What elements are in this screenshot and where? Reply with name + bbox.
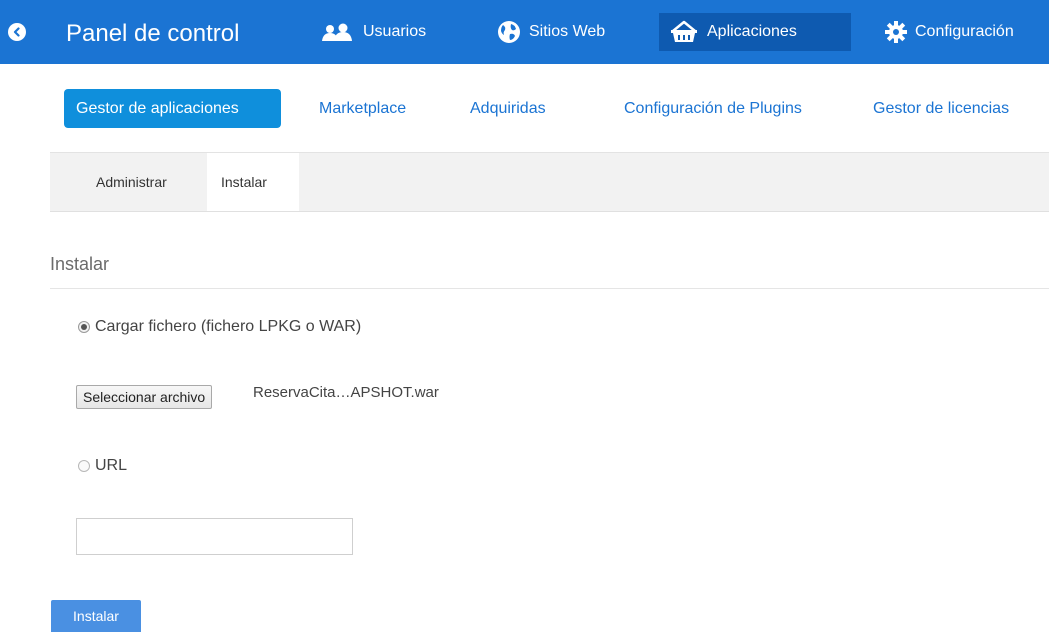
upload-radio[interactable] [78,321,90,333]
basket-icon [669,20,699,44]
upload-file-option[interactable]: Cargar fichero (fichero LPKG o WAR) [78,318,361,336]
nav-configuration[interactable]: Configuración [875,13,1024,51]
tab-marketplace[interactable]: Marketplace [319,89,406,128]
subtab-install[interactable]: Instalar [207,153,299,211]
url-option-label: URL [95,457,128,474]
sub-tabs-bar: Administrar Instalar [50,152,1049,212]
url-radio[interactable] [78,460,90,472]
nav-websites[interactable]: Sitios Web [487,13,615,51]
section-title: Instalar [50,254,110,274]
nav-users[interactable]: Usuarios [311,13,436,51]
tab-plugin-configuration[interactable]: Configuración de Plugins [624,89,802,128]
back-arrow-icon[interactable] [8,23,26,41]
upload-option-label: Cargar fichero (fichero LPKG o WAR) [95,318,362,335]
nav-applications-label: Aplicaciones [707,23,797,40]
selected-file-name: ReservaCita…APSHOT.war [253,384,439,401]
users-icon [321,22,355,42]
install-button[interactable]: Instalar [51,600,141,632]
nav-users-label: Usuarios [363,23,427,40]
top-navigation-bar: Panel de control Usuarios Sitios Web Apl… [0,0,1049,64]
tab-license-manager[interactable]: Gestor de licencias [873,89,1009,128]
nav-websites-label: Sitios Web [529,23,606,40]
url-input[interactable] [76,518,353,555]
gear-icon [885,21,907,43]
nav-configuration-label: Configuración [915,23,1014,40]
tab-purchased[interactable]: Adquiridas [470,89,546,128]
nav-applications[interactable]: Aplicaciones [659,13,851,51]
select-file-button[interactable]: Seleccionar archivo [76,385,213,409]
control-panel-title[interactable]: Panel de control [66,20,239,48]
subtab-manage[interactable]: Administrar [96,153,167,211]
section-divider [50,288,1049,289]
url-option[interactable]: URL [78,457,127,475]
tab-app-manager[interactable]: Gestor de aplicaciones [64,89,281,128]
globe-icon [497,20,521,44]
